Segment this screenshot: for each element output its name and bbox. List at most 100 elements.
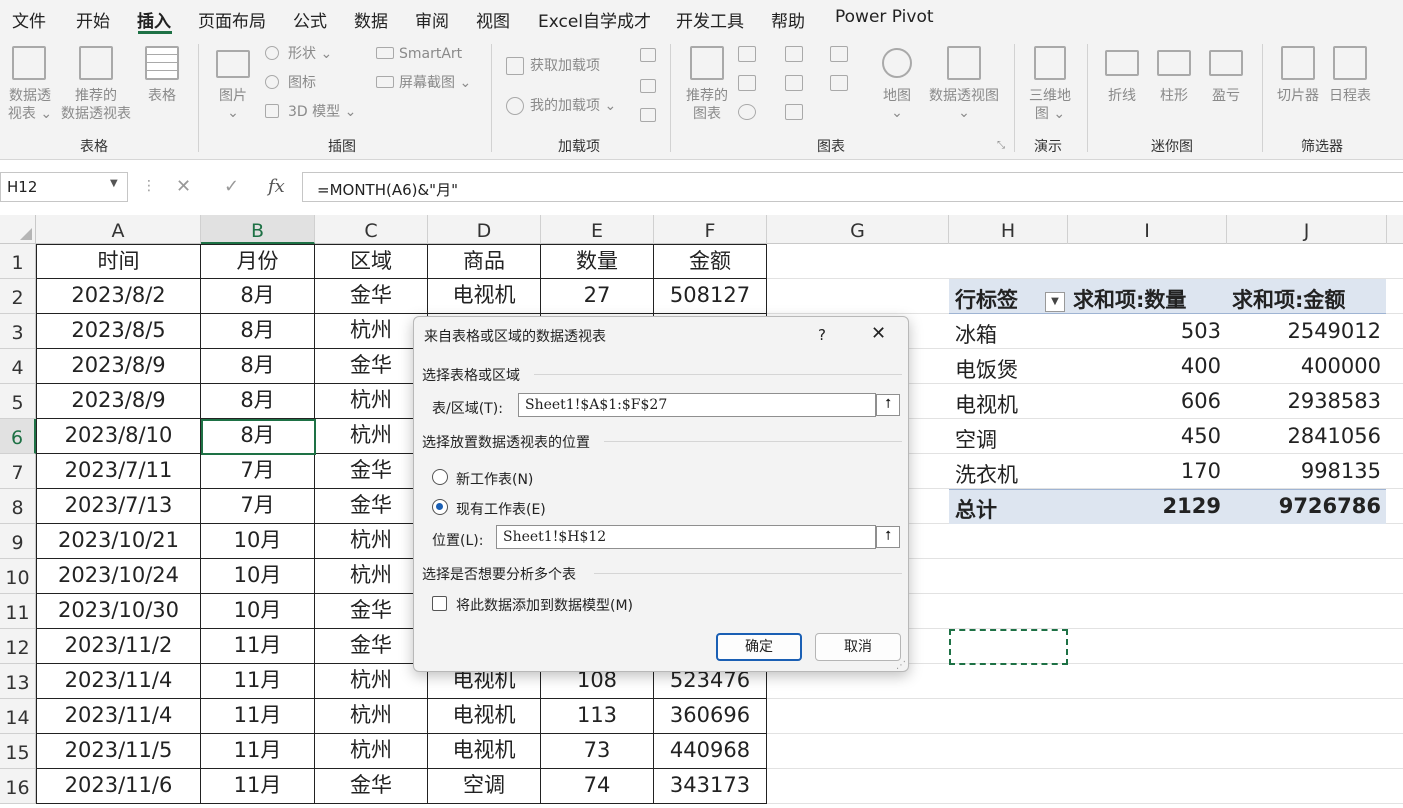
table-cell[interactable]: 杭州: [315, 734, 428, 769]
column-header-b[interactable]: B: [201, 215, 315, 244]
table-cell[interactable]: 2023/8/2: [36, 279, 201, 314]
row-header-9[interactable]: 9: [0, 524, 36, 559]
name-box[interactable]: H12: [0, 172, 128, 202]
row-header-2[interactable]: 2: [0, 279, 36, 314]
location-input[interactable]: Sheet1!$H$12: [496, 525, 876, 549]
table-cell[interactable]: 2023/10/21: [36, 524, 201, 559]
add-to-data-model-checkbox[interactable]: [432, 596, 447, 611]
ok-button[interactable]: 确定: [716, 633, 802, 661]
table-cell[interactable]: 10月: [201, 524, 315, 559]
table-cell[interactable]: 电视机: [428, 734, 541, 769]
table-cell[interactable]: 杭州: [315, 699, 428, 734]
combo-chart-icon[interactable]: [830, 75, 848, 91]
resize-grip-icon[interactable]: ⋰: [896, 660, 906, 671]
table-cell[interactable]: 11月: [201, 629, 315, 664]
pivot-row-label[interactable]: 电饭煲: [955, 354, 1055, 384]
pivot-row-label[interactable]: 洗衣机: [955, 459, 1055, 489]
new-worksheet-radio[interactable]: [432, 469, 448, 485]
table-cell[interactable]: 11月: [201, 769, 315, 804]
table-cell[interactable]: 杭州: [315, 664, 428, 699]
table-cell[interactable]: 113: [541, 699, 654, 734]
table-cell[interactable]: 7月: [201, 454, 315, 489]
table-cell[interactable]: 2023/8/9: [36, 349, 201, 384]
row-header-6[interactable]: 6: [0, 419, 36, 454]
column-header-j[interactable]: J: [1227, 215, 1387, 244]
pivot-amount-value[interactable]: 2938583: [1227, 389, 1381, 413]
enter-icon[interactable]: ✓: [224, 176, 239, 197]
table-cell[interactable]: 11月: [201, 699, 315, 734]
menu-formulas[interactable]: 公式: [293, 7, 327, 32]
existing-worksheet-radio[interactable]: [432, 499, 448, 515]
row-header-11[interactable]: 11: [0, 594, 36, 629]
menu-home[interactable]: 开始: [76, 7, 110, 32]
row-header-3[interactable]: 3: [0, 314, 36, 349]
table-cell[interactable]: 金华: [315, 349, 428, 384]
table-cell[interactable]: 27: [541, 279, 654, 314]
table-header-cell[interactable]: 金额: [654, 244, 767, 279]
table-cell[interactable]: 8月: [201, 314, 315, 349]
formula-options-icon[interactable]: ⋮: [142, 178, 156, 194]
table-cell[interactable]: 金华: [315, 279, 428, 314]
table-cell[interactable]: 8月: [201, 384, 315, 419]
menu-developer[interactable]: 开发工具: [676, 7, 744, 32]
table-cell[interactable]: 金华: [315, 489, 428, 524]
table-cell[interactable]: 11月: [201, 734, 315, 769]
existing-worksheet-label[interactable]: 现有工作表(E): [456, 499, 546, 519]
table-cell[interactable]: 杭州: [315, 524, 428, 559]
row-header-7[interactable]: 7: [0, 454, 36, 489]
table-cell[interactable]: 金华: [315, 454, 428, 489]
column-header-a[interactable]: A: [36, 215, 201, 244]
table-cell[interactable]: 杭州: [315, 419, 428, 454]
table-cell[interactable]: 2023/7/11: [36, 454, 201, 489]
table-cell[interactable]: 7月: [201, 489, 315, 524]
pivot-sum-amount-header[interactable]: 求和项:金额: [1232, 284, 1382, 314]
table-header-cell[interactable]: 月份: [201, 244, 315, 279]
table-cell[interactable]: 2023/10/30: [36, 594, 201, 629]
visio-icon[interactable]: [640, 48, 656, 62]
row-header-16[interactable]: 16: [0, 769, 36, 804]
table-cell[interactable]: 360696: [654, 699, 767, 734]
table-cell[interactable]: 2023/8/9: [36, 384, 201, 419]
menu-excel-self-learn[interactable]: Excel自学成才: [538, 7, 651, 32]
table-cell[interactable]: 74: [541, 769, 654, 804]
range-input[interactable]: Sheet1!$A$1:$F$27: [518, 393, 876, 417]
bing-maps-icon[interactable]: [640, 79, 656, 93]
people-graph-icon[interactable]: [640, 108, 656, 122]
table-cell[interactable]: 2023/11/6: [36, 769, 201, 804]
row-header-14[interactable]: 14: [0, 699, 36, 734]
pivot-row-label[interactable]: 电视机: [955, 389, 1055, 419]
table-cell[interactable]: 10月: [201, 594, 315, 629]
column-header-c[interactable]: C: [315, 215, 428, 244]
row-header-5[interactable]: 5: [0, 384, 36, 419]
column-header-i[interactable]: I: [1068, 215, 1227, 244]
insert-function-icon[interactable]: fx: [268, 176, 285, 197]
cancel-button[interactable]: 取消: [815, 633, 901, 661]
table-cell[interactable]: 2023/7/13: [36, 489, 201, 524]
table-cell[interactable]: 2023/11/2: [36, 629, 201, 664]
new-worksheet-label[interactable]: 新工作表(N): [456, 469, 533, 489]
statistic-chart-icon[interactable]: [785, 75, 803, 91]
pie-chart-icon[interactable]: [738, 104, 756, 120]
pivot-quantity-value[interactable]: 450: [1068, 424, 1221, 448]
row-header-8[interactable]: 8: [0, 489, 36, 524]
waterfall-chart-icon[interactable]: [830, 46, 848, 62]
table-cell[interactable]: 金华: [315, 769, 428, 804]
table-cell[interactable]: 金华: [315, 594, 428, 629]
table-header-cell[interactable]: 数量: [541, 244, 654, 279]
column-header-h[interactable]: H: [949, 215, 1068, 244]
table-cell[interactable]: 343173: [654, 769, 767, 804]
chart-dialog-launcher-icon[interactable]: ⤡: [997, 140, 1005, 151]
table-cell[interactable]: 2023/11/4: [36, 664, 201, 699]
table-cell[interactable]: 508127: [654, 279, 767, 314]
table-header-cell[interactable]: 区域: [315, 244, 428, 279]
table-header-cell[interactable]: 商品: [428, 244, 541, 279]
table-cell[interactable]: 空调: [428, 769, 541, 804]
table-cell[interactable]: 杭州: [315, 384, 428, 419]
menu-file[interactable]: 文件: [12, 7, 46, 32]
formula-input[interactable]: =MONTH(A6)&"月": [302, 172, 1403, 202]
select-all-corner[interactable]: [0, 215, 36, 244]
name-box-dropdown-icon[interactable]: ▼: [110, 178, 118, 189]
range-collapse-button[interactable]: ⭡: [876, 394, 900, 416]
close-icon[interactable]: ✕: [871, 323, 886, 344]
pivot-sum-quantity-header[interactable]: 求和项:数量: [1073, 284, 1223, 314]
